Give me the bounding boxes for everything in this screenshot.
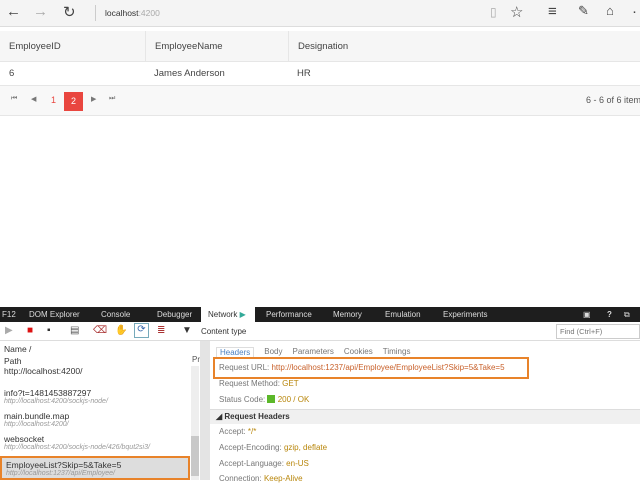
header-row: Accept-Encoding: gzip, deflate [219,443,328,452]
share-icon[interactable]: ⌂ [606,3,614,18]
collapse-icon: ◢ [216,412,223,421]
list-item[interactable]: main.bundle.map http://localhost:4200/ [0,411,190,428]
stop-icon[interactable]: ■ [27,325,33,336]
tab-experiments[interactable]: Experiments [443,307,487,322]
splitter[interactable] [200,341,210,480]
cell-id: 6 [9,68,15,79]
detail-tab-cookies[interactable]: Cookies [344,347,373,357]
tab-emulation[interactable]: Emulation [385,307,421,322]
next-page-icon[interactable]: ▶ [91,95,96,103]
status-ok-icon [267,395,276,403]
favorite-star-icon[interactable]: ☆ [510,3,523,21]
f12-label: F12 [2,310,16,319]
status-code-row: Status Code: 200 / OK [219,395,310,404]
save-icon[interactable]: ▪ [47,325,51,336]
grid-header: EmployeeID EmployeeName Designation [0,30,640,62]
header-row: Accept-Language: en-US [219,459,309,468]
page-1[interactable]: 1 [51,95,56,105]
cell-designation: HR [297,68,311,79]
clear-icon[interactable]: ⌫ [93,325,107,336]
prev-page-icon[interactable]: ◀ [31,95,36,103]
tab-memory[interactable]: Memory [333,307,362,322]
undock-icon[interactable]: ⧉ [624,307,630,322]
clear-cache-icon[interactable]: ✋ [115,325,127,336]
first-page-icon[interactable]: ⏮ [11,95,17,103]
forward-icon[interactable]: → [33,3,48,20]
reading-view-icon[interactable]: ▯ [490,5,497,19]
list-item[interactable]: websocket http://localhost:4200/sockjs-no… [0,434,190,451]
list-scrollbar[interactable] [191,366,199,480]
last-page-icon[interactable]: ⏭ [109,95,115,103]
more-icon[interactable]: · [632,3,637,20]
start-icon[interactable]: ▶ [5,325,13,336]
find-input[interactable] [556,324,640,339]
detail-tab-headers[interactable]: Headers [216,347,255,357]
request-url-row: Request URL: http://localhost:1237/api/E… [219,363,505,372]
tab-debugger[interactable]: Debugger [157,307,192,322]
name-path-header[interactable]: Name / Path [4,343,31,367]
column-employeeid[interactable]: EmployeeID [0,41,61,52]
table-row[interactable]: 6 James Anderson HR [0,62,640,86]
web-note-icon[interactable]: ✎ [578,3,589,19]
pager-info: 6 - 6 of 6 items [586,95,640,105]
pager: ⏮ ◀ 1 2 ▶ ⏭ 6 - 6 of 6 items [0,86,640,116]
tab-console[interactable]: Console [101,307,130,322]
protocol-header[interactable]: Pr [192,355,200,364]
help-icon[interactable]: ? [607,307,612,322]
browser-toolbar: ← → ↻ localhost:4200 ▯ ☆ ≡ ✎ ⌂ · [0,0,640,27]
network-toolbar: ▶ ■ ▪ ▤ ⌫ ✋ ⟳ ≣ ▼ Content type [0,322,640,341]
tab-network[interactable]: Network ▶ [201,307,255,322]
content-type-filter[interactable]: Content type [201,327,246,336]
request-headers-section[interactable]: ◢ Request Headers [210,409,640,424]
list-item[interactable]: http://localhost:4200/ [0,366,190,376]
column-designation[interactable]: Designation [288,30,348,62]
back-icon[interactable]: ← [6,3,21,20]
header-row: Accept: */* [219,427,257,436]
address-bar[interactable]: localhost:4200 [105,8,160,18]
cell-name: James Anderson [154,68,225,79]
tab-dom-explorer[interactable]: DOM Explorer [29,307,80,322]
hub-icon[interactable]: ≡ [548,3,557,20]
header-row: Connection: Keep-Alive [219,474,303,483]
detail-tab-body[interactable]: Body [264,347,282,357]
console-toggle-icon[interactable]: ▣ [583,307,591,322]
devtools-tabbar: F12 DOM Explorer Console Debugger Networ… [0,307,640,322]
request-method-row: Request Method: GET [219,379,299,388]
page-2-current[interactable]: 2 [64,92,83,111]
detail-tab-timings[interactable]: Timings [383,347,411,357]
list-item-selected[interactable]: EmployeeList?Skip=5&Take=5 http://localho… [0,456,190,480]
filter-icon[interactable]: ▼ [182,325,192,336]
column-employeename[interactable]: EmployeeName [145,30,223,62]
import-icon[interactable]: ▤ [70,325,79,336]
tab-performance[interactable]: Performance [266,307,312,322]
refresh-icon[interactable]: ↻ [63,3,76,21]
request-list: Name / Path Pr http://localhost:4200/ inf… [0,341,200,480]
filter-list-icon[interactable]: ≣ [157,325,165,336]
always-refresh-icon[interactable]: ⟳ [134,323,149,338]
list-item[interactable]: info?t=1481453887297 http://localhost:420… [0,388,190,405]
detail-tab-parameters[interactable]: Parameters [292,347,333,357]
recording-icon: ▶ [239,310,246,319]
